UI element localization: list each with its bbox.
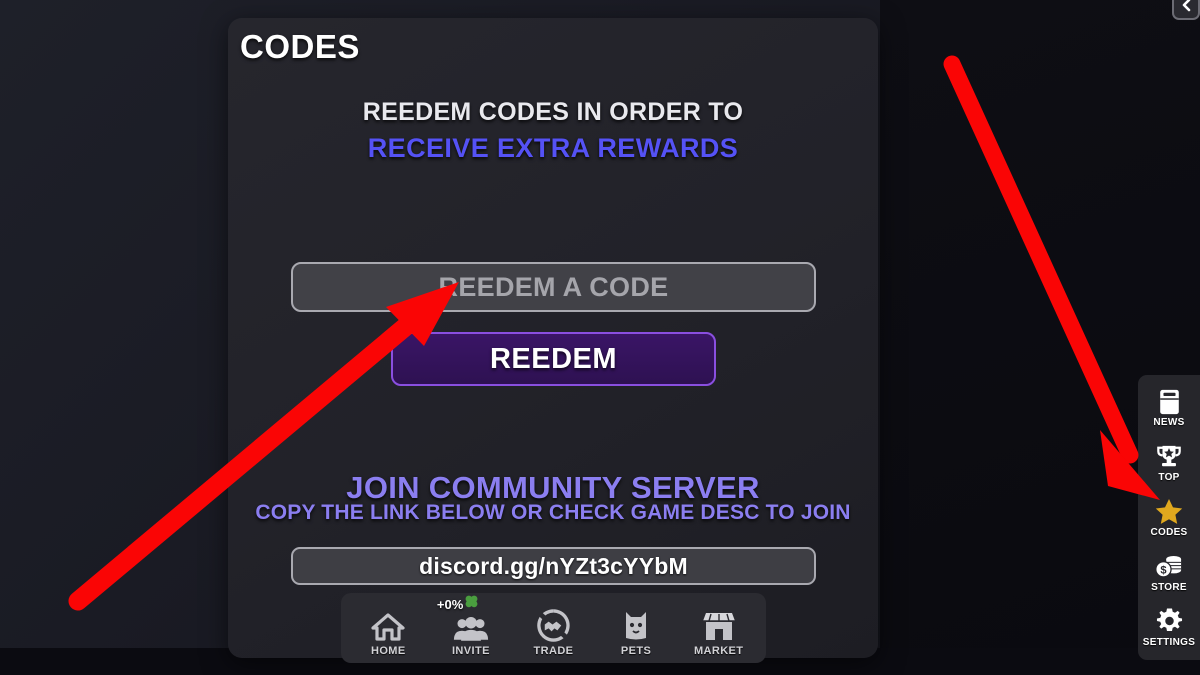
sidebar-label-codes: CODES — [1150, 526, 1188, 538]
sidebar-item-store[interactable]: $ STORE — [1140, 548, 1198, 598]
nav-label-trade: TRADE — [533, 645, 574, 657]
nav-item-trade[interactable]: TRADE — [515, 596, 591, 660]
nav-label-home: HOME — [370, 645, 406, 657]
trophy-icon — [1156, 443, 1182, 471]
bottom-navigation-bar: HOME +0% INVITE TRADE PETS MARKET — [341, 593, 766, 663]
discord-link-text: discord.gg/nYZt3cYYbM — [419, 552, 688, 579]
collapse-sidebar-button[interactable] — [1172, 0, 1200, 20]
sidebar-item-news[interactable]: NEWS — [1140, 383, 1198, 433]
subtitle-line-2: RECEIVE EXTRA REWARDS — [367, 133, 739, 163]
sidebar-label-settings: SETTINGS — [1142, 636, 1196, 648]
sidebar-item-settings[interactable]: SETTINGS — [1140, 603, 1198, 653]
chevron-left-icon — [1180, 0, 1192, 17]
community-subtext: COPY THE LINK BELOW OR CHECK GAME DESC T… — [255, 501, 851, 524]
redeem-button[interactable]: REEDEM — [391, 332, 716, 386]
sidebar-item-top[interactable]: TOP — [1140, 438, 1198, 488]
home-icon — [371, 606, 405, 642]
invite-bonus-text: +0% — [436, 596, 464, 612]
right-sidebar: NEWS TOP CODES $ STORE SETTINGS — [1138, 375, 1200, 660]
svg-text:$: $ — [1160, 564, 1167, 576]
nav-item-market[interactable]: MARKET — [681, 596, 757, 660]
sidebar-label-top: TOP — [1158, 471, 1180, 483]
code-input[interactable] — [291, 262, 816, 312]
star-icon — [1155, 498, 1183, 526]
handshake-icon — [537, 606, 570, 642]
clover-icon — [464, 594, 479, 614]
subtitle-block: REEDEM CODES IN ORDER TO RECEIVE EXTRA R… — [228, 98, 878, 164]
discord-link-box[interactable]: discord.gg/nYZt3cYYbM — [291, 547, 816, 585]
nav-label-market: MARKET — [693, 645, 744, 657]
invite-bonus-badge: +0% — [437, 594, 479, 614]
sidebar-label-news: NEWS — [1153, 416, 1185, 428]
sidebar-item-codes[interactable]: CODES — [1140, 493, 1198, 543]
nav-label-invite: INVITE — [451, 645, 490, 657]
pet-icon — [622, 606, 650, 642]
codes-panel: CODES REEDEM CODES IN ORDER TO RECEIVE E… — [228, 18, 878, 663]
nav-label-pets: PETS — [620, 645, 652, 657]
coins-icon: $ — [1155, 553, 1183, 581]
subtitle-line-1: REEDEM CODES IN ORDER TO — [362, 98, 744, 126]
sidebar-label-store: STORE — [1151, 581, 1187, 593]
nav-item-home[interactable]: HOME — [350, 596, 426, 660]
page-title: CODES — [240, 28, 360, 65]
book-icon — [1158, 388, 1181, 416]
gear-icon — [1156, 608, 1183, 636]
nav-item-pets[interactable]: PETS — [598, 596, 674, 660]
market-stall-icon — [701, 606, 737, 642]
nav-item-invite[interactable]: +0% INVITE — [433, 594, 509, 660]
